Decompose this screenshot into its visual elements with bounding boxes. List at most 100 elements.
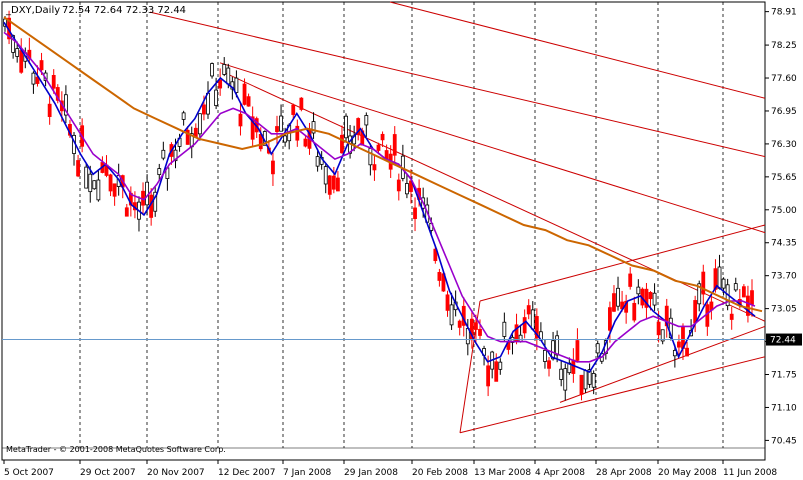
candle-body [502, 321, 507, 337]
candle-body [242, 83, 247, 105]
candle-body [579, 374, 584, 395]
candle-body [478, 328, 482, 336]
candle-body [364, 115, 369, 126]
candle-body [721, 278, 726, 289]
candle-body [197, 113, 202, 135]
candle-body [340, 134, 344, 154]
candle-body [733, 283, 738, 291]
candle-body [555, 335, 560, 356]
candle-body [51, 75, 56, 89]
candle-body [372, 164, 377, 171]
candle-body [210, 63, 214, 77]
candle-body [47, 103, 52, 117]
candle-body [685, 347, 689, 357]
candle-body [656, 321, 661, 336]
candle-body [413, 207, 417, 219]
candle-body [526, 305, 531, 315]
candle-body [628, 273, 633, 287]
candle-body [741, 286, 746, 298]
y-tick-label: 73.05 [771, 305, 797, 315]
candle-body [271, 160, 275, 175]
candle-body [222, 64, 227, 75]
candle-body [76, 160, 80, 177]
candle-body [315, 156, 320, 167]
candle-body [234, 77, 239, 93]
candle-body [157, 168, 162, 175]
candle-body [543, 349, 547, 362]
candle-body [652, 292, 657, 306]
candle-body [474, 322, 478, 330]
y-tick-label: 76.95 [771, 107, 797, 117]
candle-body [88, 173, 93, 193]
candle-body [96, 179, 101, 201]
x-tick-label: 20 Nov 2007 [147, 468, 205, 478]
candle-body [729, 313, 734, 320]
candle-body [214, 89, 219, 106]
x-tick-label: 11 Jun 2008 [723, 468, 777, 478]
candle-body [498, 361, 503, 370]
candle-body [161, 149, 166, 159]
candle-body [112, 183, 117, 197]
candle-body [445, 294, 450, 311]
candle-body [583, 370, 588, 390]
candle-body [84, 166, 89, 189]
y-tick-label: 73.70 [771, 272, 797, 282]
y-tick-label: 77.60 [771, 74, 797, 84]
candle-body [705, 304, 710, 327]
candle-body [226, 67, 231, 85]
candle-body [717, 266, 722, 289]
candle-body [246, 96, 251, 107]
candle-body [636, 286, 641, 295]
candle-body [275, 126, 279, 133]
candle-body [181, 112, 186, 120]
y-tick-label: 74.35 [771, 239, 797, 249]
candle-body [31, 72, 36, 85]
candle-body [299, 97, 304, 110]
candle-body [380, 133, 385, 141]
candle-body [746, 295, 750, 316]
candle-body [291, 104, 296, 115]
candle-body [331, 175, 336, 190]
candle-body [486, 365, 491, 387]
candle-body [616, 287, 620, 307]
x-tick-label: 5 Oct 2007 [4, 468, 54, 478]
candle-body [39, 60, 44, 71]
chart: 78.91 78.25 77.60 76.95 76.30 75.65 75.00 74.35… [0, 0, 803, 480]
candle-body [575, 340, 580, 361]
y-tick-label: 78.25 [771, 41, 797, 51]
chart-title: _DXY,Daily [5, 5, 60, 16]
candle-body [238, 113, 243, 127]
watermark: MetaTrader - © 2001-2008 MetaQuotes Soft… [6, 445, 226, 454]
candle-body [202, 104, 206, 115]
candle-body [283, 135, 288, 143]
y-tick-label: 75.65 [771, 173, 797, 183]
candle-body [108, 174, 113, 192]
candle-body [648, 292, 653, 300]
candle-body [559, 368, 564, 380]
candle-body [15, 48, 20, 57]
candle-body [595, 343, 600, 354]
ohlc-readout: 72.54 72.64 72.33 72.44 [62, 5, 186, 16]
candle-body [368, 148, 373, 166]
candle-body [608, 307, 612, 331]
candle-body [677, 341, 681, 348]
x-tick-label: 29 Jan 2008 [344, 468, 398, 478]
y-tick-label: 71.10 [771, 403, 797, 413]
x-tick-label: 13 Mar 2008 [474, 468, 531, 478]
candle-body [551, 340, 555, 360]
candle-body [92, 180, 97, 190]
candle-body [547, 360, 551, 369]
x-tick-label: 20 May 2008 [658, 468, 717, 478]
candle-body [392, 134, 397, 156]
y-tick-label: 78.91 [771, 8, 797, 18]
candle-body [376, 144, 381, 151]
y-tick-label: 71.75 [771, 371, 797, 381]
candle-body [437, 272, 442, 281]
chart-svg: 78.91 78.25 77.60 76.95 76.30 75.65 75.00 74.35… [1, 1, 802, 478]
x-tick-label: 29 Oct 2007 [80, 468, 136, 478]
x-tick-label: 12 Dec 2007 [218, 468, 276, 478]
x-tick-label: 7 Jan 2008 [283, 468, 331, 478]
candle-body [701, 271, 706, 295]
candle-body [571, 359, 576, 374]
candle-body [518, 334, 523, 343]
